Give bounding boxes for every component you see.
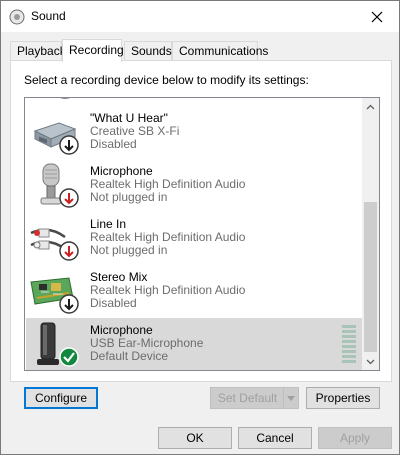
microphone-icon — [40, 163, 79, 208]
device-name: Microphone — [90, 323, 153, 337]
audio-level-meter — [342, 325, 356, 363]
set-default-label: Set Default — [217, 391, 278, 405]
ok-button[interactable]: OK — [158, 427, 232, 449]
scroll-down-button[interactable] — [362, 353, 379, 370]
device-status: Default Device — [90, 349, 169, 363]
device-row-microphone-usb[interactable]: Microphone USB Ear-Microphone Default De… — [26, 318, 363, 370]
device-row-microphone-realtek[interactable]: Microphone Realtek High Definition Audio… — [26, 159, 363, 212]
device-name: "What U Hear" — [90, 111, 168, 125]
ok-label: OK — [186, 431, 204, 445]
apply-label: Apply — [339, 431, 371, 445]
configure-label: Configure — [34, 391, 88, 405]
speaker-icon — [9, 9, 25, 25]
close-button[interactable] — [354, 1, 399, 32]
configure-button[interactable]: Configure — [24, 387, 98, 409]
tab-label: Playback — [17, 44, 66, 58]
circuit-board-icon — [30, 277, 79, 314]
partial-device-icon — [59, 98, 71, 99]
tab-label: Sounds — [131, 44, 172, 58]
chevron-down-icon — [287, 395, 295, 401]
device-row-line-in[interactable]: Line In Realtek High Definition Audio No… — [26, 212, 363, 265]
tab-label: Communications — [179, 44, 269, 58]
device-row-what-u-hear[interactable]: "What U Hear" Creative SB X-Fi Disabled — [26, 106, 363, 159]
line-in-cable-icon — [30, 228, 79, 261]
device-row-stereo-mix[interactable]: Stereo Mix Realtek High Definition Audio… — [26, 265, 363, 318]
cancel-label: Cancel — [256, 431, 294, 445]
properties-button[interactable]: Properties — [306, 387, 380, 409]
window-title: Sound — [31, 9, 66, 23]
tab-strip: Playback Recording Sounds Communications — [10, 39, 390, 62]
set-default-button[interactable]: Set Default — [210, 387, 284, 409]
device-status: Not plugged in — [90, 243, 168, 257]
tab-sounds[interactable]: Sounds — [124, 41, 172, 61]
apply-button[interactable]: Apply — [318, 427, 392, 449]
device-name: Stereo Mix — [90, 270, 148, 284]
device-name: Microphone — [90, 164, 153, 178]
device-driver: Realtek High Definition Audio — [90, 283, 246, 297]
recording-device-list[interactable]: "What U Hear" Creative SB X-Fi Disabled … — [24, 97, 380, 371]
scroll-up-button[interactable] — [362, 98, 379, 115]
tab-communications[interactable]: Communications — [172, 41, 268, 61]
title-bar[interactable]: Sound — [1, 1, 399, 32]
device-driver: Realtek High Definition Audio — [90, 177, 246, 191]
device-list-scrollbar[interactable] — [362, 98, 379, 370]
chevron-down-icon — [366, 359, 375, 364]
scroll-thumb[interactable] — [364, 202, 377, 352]
cancel-button[interactable]: Cancel — [238, 427, 312, 449]
sound-dialog: Sound Playback Recording Sounds Communic… — [0, 0, 400, 455]
tab-label: Recording — [69, 43, 124, 57]
device-status: Not plugged in — [90, 190, 168, 204]
tab-recording[interactable]: Recording — [62, 39, 124, 62]
device-driver: Creative SB X-Fi — [90, 124, 180, 138]
recording-tab-panel: Select a recording device below to modif… — [10, 60, 392, 409]
properties-label: Properties — [315, 391, 371, 405]
device-driver: USB Ear-Microphone — [90, 336, 204, 350]
device-name: Line In — [90, 217, 127, 231]
set-default-dropdown[interactable] — [283, 387, 299, 409]
device-status: Disabled — [90, 296, 137, 310]
instruction-text: Select a recording device below to modif… — [24, 73, 309, 87]
sound-card-icon — [33, 122, 79, 155]
device-driver: Realtek High Definition Audio — [90, 230, 246, 244]
device-status: Disabled — [90, 137, 137, 151]
headset-microphone-icon — [37, 322, 79, 367]
tab-playback[interactable]: Playback — [10, 41, 66, 61]
close-icon — [371, 11, 382, 22]
chevron-up-icon — [366, 104, 375, 109]
